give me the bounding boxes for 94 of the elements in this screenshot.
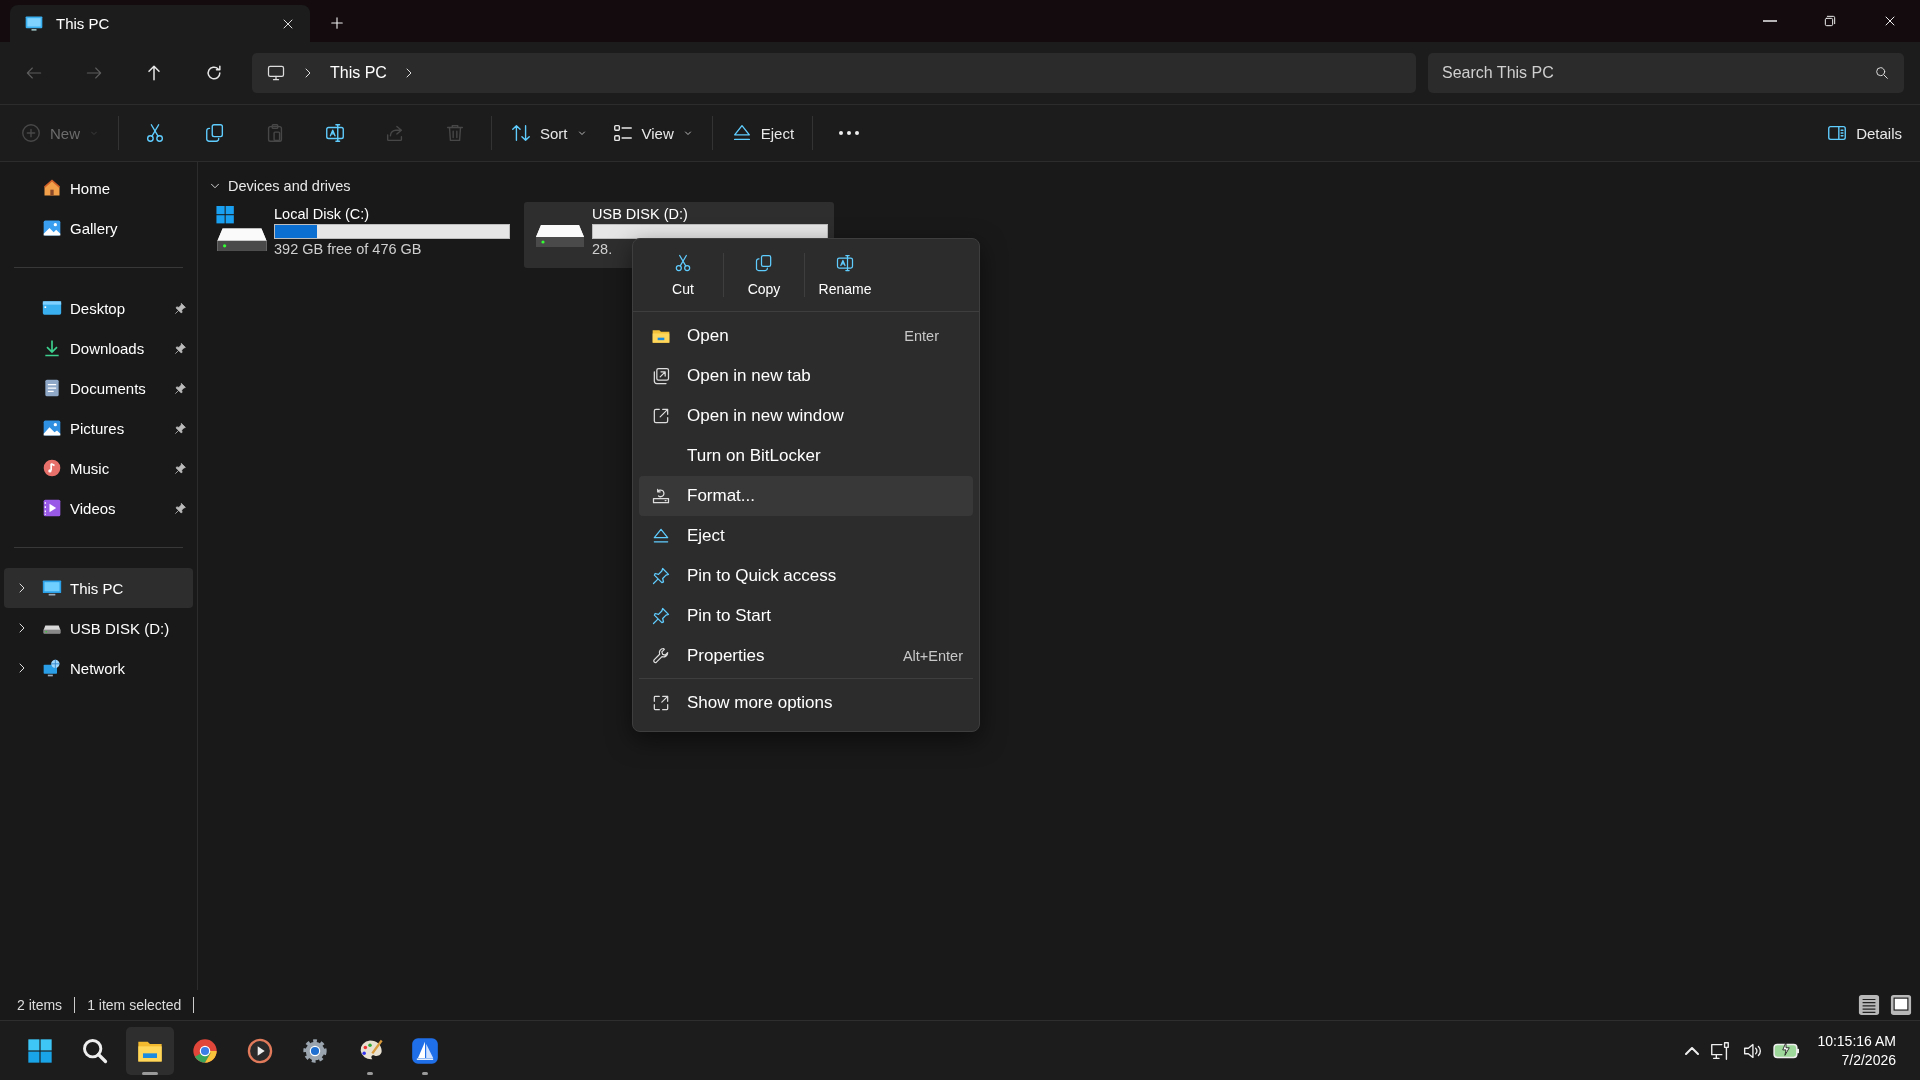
- search-field[interactable]: Search This PC: [1428, 53, 1904, 93]
- network-button[interactable]: [1709, 1039, 1732, 1062]
- menu-item[interactable]: Format...: [639, 476, 973, 516]
- eject-button[interactable]: Eject: [724, 113, 801, 153]
- menu-item[interactable]: Properties Alt+Enter: [639, 636, 973, 676]
- menu-item[interactable]: Show more options: [639, 683, 973, 723]
- pin-icon: [651, 566, 671, 586]
- pin-icon: [651, 606, 671, 626]
- gallery-icon: [42, 218, 62, 238]
- search-icon: [1874, 65, 1890, 81]
- taskbar-app-button[interactable]: [126, 1026, 174, 1075]
- format-drive-icon: [651, 486, 671, 506]
- drive-tile[interactable]: Local Disk (C:) 392 GB free of 476 GB: [206, 202, 516, 268]
- path-segment[interactable]: This PC: [330, 64, 387, 82]
- download-icon: [42, 338, 62, 358]
- menu-item[interactable]: Eject: [639, 516, 973, 556]
- sidebar-item[interactable]: Music: [4, 448, 193, 488]
- shortcut-text: Enter: [904, 328, 939, 344]
- view-button[interactable]: View: [605, 113, 700, 153]
- menu-item[interactable]: Open in new tab: [639, 356, 973, 396]
- plus-circle-icon: [20, 122, 42, 144]
- wrench-icon: [651, 646, 671, 666]
- menu-item[interactable]: Open Enter: [639, 316, 973, 356]
- chevron-up-icon: [1685, 1046, 1700, 1055]
- large-icons-view-icon: [1890, 994, 1912, 1016]
- expand-icon: [651, 693, 671, 713]
- menu-item[interactable]: Pin to Quick access: [639, 556, 973, 596]
- clock-time: 10:15:16 AM: [1817, 1033, 1896, 1049]
- computer-icon: [266, 63, 286, 83]
- monitor-icon: [42, 578, 62, 598]
- show-hidden-icons-button[interactable]: [1685, 1046, 1700, 1055]
- rename-icon: [324, 122, 346, 144]
- new-tab-button[interactable]: [328, 14, 346, 32]
- menu-item[interactable]: Turn on BitLocker: [639, 436, 973, 476]
- drive-icon: [534, 224, 586, 248]
- details-view-icon: [1858, 994, 1880, 1016]
- sidebar-item[interactable]: Desktop: [4, 288, 193, 328]
- home-icon: [42, 178, 62, 198]
- ethernet-monitor-icon: [1709, 1039, 1732, 1062]
- minimize-icon: [1763, 20, 1777, 22]
- status-text: 1 item selected: [87, 997, 182, 1013]
- sidebar-item[interactable]: Videos: [4, 488, 193, 528]
- desktop-icon: [42, 298, 62, 318]
- sidebar-item[interactable]: Pictures: [4, 408, 193, 448]
- gear-icon: [301, 1036, 329, 1065]
- more-icon: [839, 131, 860, 135]
- tab[interactable]: This PC: [10, 5, 310, 42]
- details-button[interactable]: Details: [1820, 113, 1908, 153]
- system-drive-icon: [216, 206, 268, 252]
- scissors-icon: [673, 253, 693, 273]
- trash-icon: [444, 122, 466, 144]
- menu-item[interactable]: Pin to Start: [639, 596, 973, 636]
- browser-icon: [191, 1036, 219, 1065]
- sidebar-item[interactable]: Gallery: [4, 208, 193, 248]
- drive-name: USB DISK (D:): [592, 206, 689, 222]
- view-icon: [611, 122, 634, 144]
- address-bar[interactable]: This PC: [252, 53, 1416, 93]
- sidebar-item[interactable]: This PC: [4, 568, 193, 608]
- search-icon: [81, 1036, 109, 1065]
- details-view-button[interactable]: [1858, 994, 1880, 1016]
- sidebar-item[interactable]: Downloads: [4, 328, 193, 368]
- document-icon: [42, 378, 62, 398]
- tab-title: This PC: [56, 15, 111, 32]
- copy-icon: [754, 253, 774, 273]
- sidebar-item[interactable]: USB DISK (D:): [4, 608, 193, 648]
- menu-item[interactable]: Open in new window: [639, 396, 973, 436]
- sail-icon: [411, 1036, 439, 1065]
- clock-date: 7/2/2026: [1841, 1052, 1896, 1068]
- sidebar-item[interactable]: Documents: [4, 368, 193, 408]
- network-icon: [42, 658, 62, 678]
- play-icon: [246, 1036, 274, 1065]
- external-window-icon: [651, 406, 671, 426]
- music-note-icon: [42, 458, 62, 478]
- restore-icon: [1822, 13, 1838, 29]
- shortcut-text: Alt+Enter: [902, 648, 963, 664]
- drive-space: 392 GB free of 476 GB: [274, 241, 423, 257]
- video-icon: [42, 498, 62, 518]
- clock[interactable]: 10:15:16 AM 7/2/2026: [1817, 1033, 1896, 1068]
- tiles-view-button[interactable]: [1890, 994, 1912, 1016]
- picture-icon: [42, 418, 62, 438]
- sidebar-item[interactable]: Home: [4, 168, 193, 208]
- copy-icon: [204, 122, 226, 144]
- rename-icon: [835, 253, 855, 273]
- group-header[interactable]: Devices and drives: [228, 178, 351, 194]
- start-icon: [26, 1036, 54, 1065]
- new-tab-icon: [651, 366, 671, 386]
- plus-icon: [328, 14, 346, 32]
- sidebar-item[interactable]: Network: [4, 648, 193, 688]
- sort-icon: [510, 122, 532, 144]
- status-text: 2 items: [17, 997, 63, 1013]
- drive-name: Local Disk (C:): [274, 206, 371, 222]
- drive-space: 28.: [592, 241, 614, 257]
- sort-button[interactable]: Sort: [504, 113, 594, 153]
- scissors-icon: [144, 122, 166, 144]
